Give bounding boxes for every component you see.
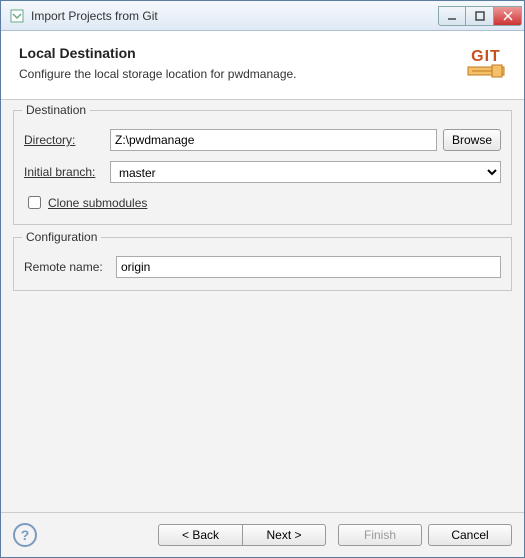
destination-group-label: Destination xyxy=(22,103,90,117)
remote-name-input[interactable] xyxy=(116,256,501,278)
remote-name-label: Remote name: xyxy=(24,260,110,274)
wizard-body: Destination Directory: Browse Initial br… xyxy=(1,100,524,512)
wizard-footer: ? < Back Next > Finish Cancel xyxy=(1,512,524,557)
finish-button[interactable]: Finish xyxy=(338,524,422,546)
app-icon xyxy=(9,8,25,24)
browse-button[interactable]: Browse xyxy=(443,129,501,151)
window-controls xyxy=(438,6,522,26)
window-title: Import Projects from Git xyxy=(31,9,438,23)
titlebar: Import Projects from Git xyxy=(1,1,524,31)
destination-group: Destination Directory: Browse Initial br… xyxy=(13,110,512,225)
directory-label: Directory: xyxy=(24,133,104,147)
git-icon: GIT xyxy=(462,41,510,89)
configuration-group: Configuration Remote name: xyxy=(13,237,512,291)
banner-subtitle: Configure the local storage location for… xyxy=(19,67,506,81)
git-logo-text: GIT xyxy=(471,48,501,65)
back-button[interactable]: < Back xyxy=(158,524,242,546)
footer-buttons: < Back Next > Finish Cancel xyxy=(158,524,512,546)
directory-input[interactable] xyxy=(110,129,437,151)
wizard-window: Import Projects from Git Local Destinati… xyxy=(0,0,525,558)
help-button[interactable]: ? xyxy=(13,523,37,547)
clone-submodules-label: Clone submodules xyxy=(48,196,147,210)
cancel-button[interactable]: Cancel xyxy=(428,524,512,546)
close-button[interactable] xyxy=(494,6,522,26)
clone-submodules-checkbox[interactable] xyxy=(28,196,41,209)
minimize-button[interactable] xyxy=(438,6,466,26)
initial-branch-label: Initial branch: xyxy=(24,165,104,179)
wizard-banner: Local Destination Configure the local st… xyxy=(1,31,524,100)
initial-branch-select[interactable]: master xyxy=(110,161,501,183)
configuration-group-label: Configuration xyxy=(22,230,101,244)
maximize-button[interactable] xyxy=(466,6,494,26)
next-button[interactable]: Next > xyxy=(242,524,326,546)
banner-title: Local Destination xyxy=(19,45,506,61)
